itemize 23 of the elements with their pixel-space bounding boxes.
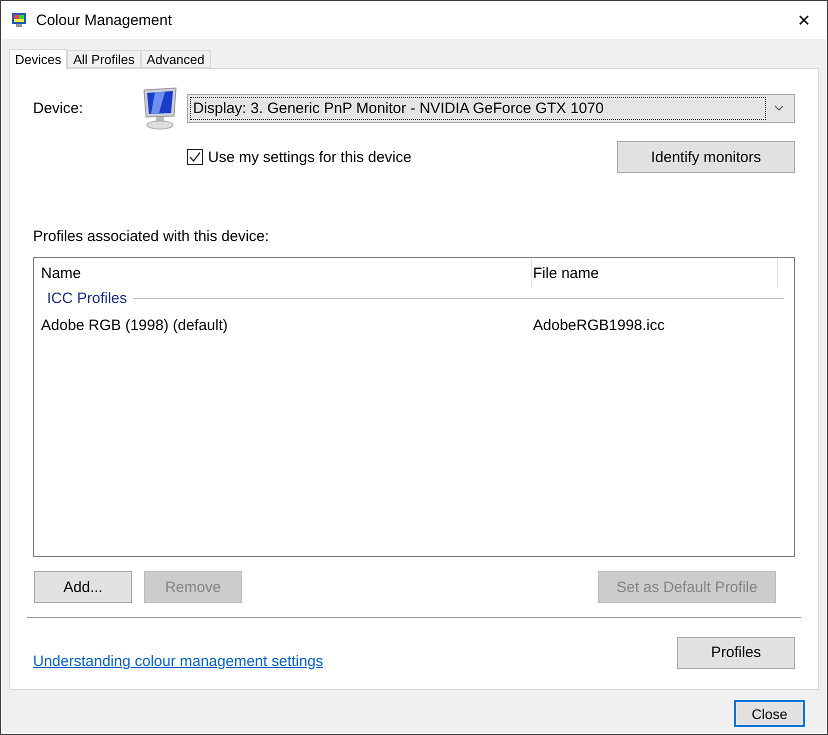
table-cell-text: Adobe RGB (1998) (default)	[40, 316, 229, 334]
window-title: Colour Management	[36, 12, 173, 28]
identify-monitors-button[interactable]: Identify monitors	[617, 141, 795, 173]
column-header[interactable]: Name	[40, 258, 532, 288]
colour-management-icon	[11, 11, 29, 29]
device-label: Device:	[33, 100, 84, 116]
checkbox-label: Use my settings for this device	[208, 148, 412, 166]
help-link[interactable]: Understanding colour management settings	[33, 653, 324, 670]
tab[interactable]: All Profiles	[67, 50, 141, 68]
column-header[interactable]: File name	[532, 258, 778, 288]
profiles-list[interactable]: Name File name ICC Profiles Adobe RGB (1998) (default) AdobeRGB1998.icc	[33, 257, 795, 557]
action-button[interactable]: Add...	[34, 571, 132, 603]
checkbox[interactable]	[187, 149, 203, 165]
group-title: ICC Profiles	[47, 290, 128, 306]
device-dropdown[interactable]: Display: 3. Generic PnP Monitor - NVIDIA GeForce GTX 1070	[187, 94, 795, 122]
caret-icon	[774, 105, 784, 111]
profiles-button[interactable]: Profiles	[677, 636, 795, 668]
tab[interactable]: Devices	[9, 49, 68, 69]
profiles-label: Profiles associated with this device:	[33, 228, 270, 245]
monitor-icon	[141, 86, 179, 130]
close-dialog-button[interactable]: Close	[734, 700, 805, 727]
tab[interactable]: Advanced	[140, 50, 210, 68]
table-cell-text: AdobeRGB1998.icc	[532, 316, 666, 334]
